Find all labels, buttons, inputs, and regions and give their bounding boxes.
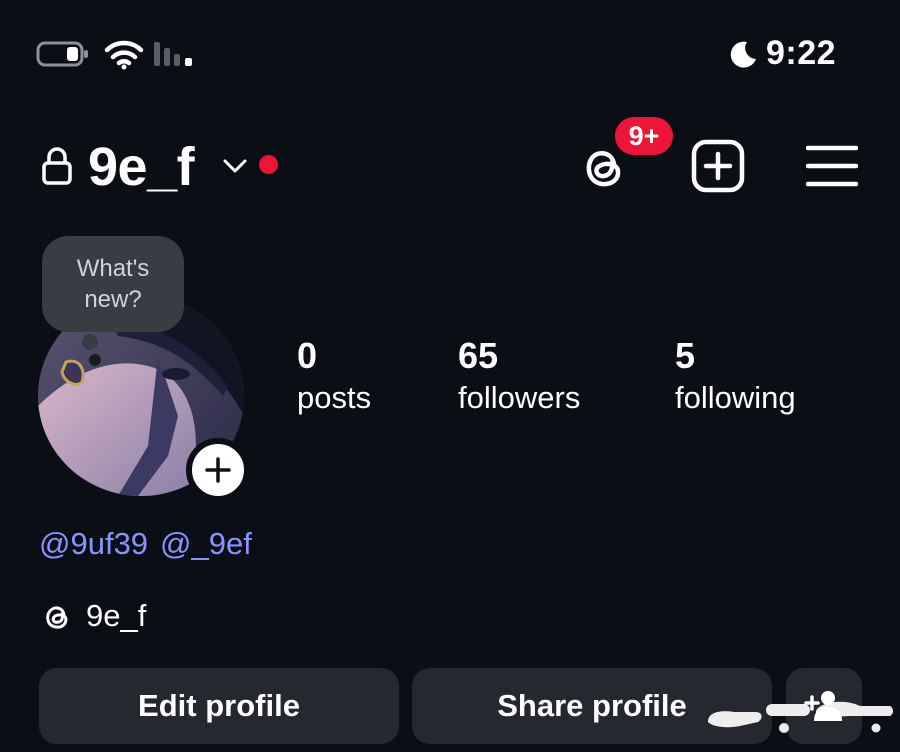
battery-icon <box>36 41 88 67</box>
following-count: 5 <box>675 335 696 376</box>
note-bubble-line1: What's <box>76 255 150 282</box>
mention-link[interactable]: @9uf39 <box>39 526 148 561</box>
discover-people-button[interactable] <box>786 668 862 744</box>
threads-icon <box>46 606 68 629</box>
threads-notification-badge: 9+ <box>612 114 676 158</box>
threads-profile-link[interactable]: 9e_f <box>86 598 146 634</box>
following-label: following <box>675 380 796 415</box>
edit-profile-button[interactable]: Edit profile <box>39 668 399 744</box>
do-not-disturb-moon-icon <box>730 41 756 68</box>
status-time: 9:22 <box>766 34 837 72</box>
account-notification-dot <box>259 155 278 174</box>
cellular-signal-icon <box>154 42 192 66</box>
stat-followers[interactable]: 65 followers <box>458 336 580 420</box>
mention-link[interactable]: @_9ef <box>160 526 252 561</box>
bio-mentions: @9uf39 @_9ef <box>39 526 264 562</box>
lock-icon <box>42 147 72 185</box>
note-bubble-tail <box>82 334 98 350</box>
followers-count: 65 <box>458 335 499 376</box>
menu-icon[interactable] <box>806 144 858 188</box>
stat-posts[interactable]: 0 posts <box>297 336 371 420</box>
add-person-icon <box>804 691 842 721</box>
note-bubble[interactable]: What's new? <box>42 236 184 332</box>
posts-label: posts <box>297 380 372 415</box>
stat-following[interactable]: 5 following <box>675 336 796 420</box>
account-username[interactable]: 9e_f <box>88 136 195 198</box>
posts-count: 0 <box>297 335 318 376</box>
note-bubble-line2: new? <box>84 286 142 313</box>
profile-screen: 9:22 9e_f 9+ What's new? 0 posts 65 foll… <box>0 0 900 752</box>
wifi-icon <box>104 40 144 70</box>
add-story-button[interactable] <box>186 438 250 502</box>
chevron-down-icon[interactable] <box>222 156 248 176</box>
plus-square-icon[interactable] <box>690 138 746 194</box>
share-profile-button[interactable]: Share profile <box>412 668 772 744</box>
followers-label: followers <box>458 380 581 415</box>
plus-icon <box>205 457 231 483</box>
